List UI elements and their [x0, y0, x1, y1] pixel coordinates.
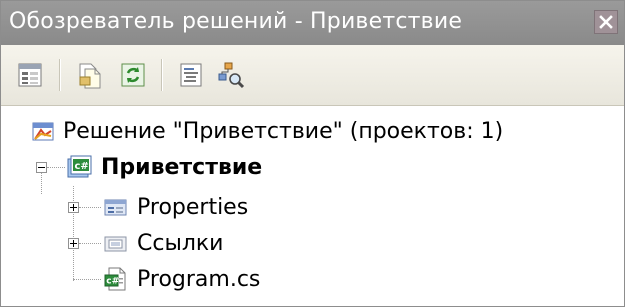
solution-icon [31, 119, 55, 143]
toolbar [1, 45, 624, 106]
csharp-file-icon: c# [103, 266, 129, 292]
class-view-button[interactable] [213, 57, 249, 93]
project-label: Приветствие [101, 154, 263, 180]
references-folder-icon [103, 232, 129, 254]
project-collapse-toggle[interactable] [36, 162, 47, 173]
view-code-icon [180, 63, 202, 87]
tree-item-project[interactable]: c# Приветствие [65, 149, 262, 185]
show-all-files-icon [79, 63, 101, 89]
svg-text:c#: c# [106, 277, 119, 287]
solution-tree: Решение "Приветствие" (проектов: 1) c# П… [1, 106, 624, 306]
properties-button[interactable] [13, 57, 49, 93]
properties-folder-icon [103, 196, 129, 218]
toolbar-separator [59, 59, 61, 91]
tree-item-solution[interactable]: Решение "Приветствие" (проектов: 1) [31, 113, 503, 149]
tree-item-properties[interactable]: Properties [103, 189, 248, 225]
properties-label: Properties [137, 194, 249, 220]
refresh-icon [121, 63, 145, 87]
solution-label: Решение "Приветствие" (проектов: 1) [63, 118, 504, 144]
show-all-files-button[interactable] [71, 57, 107, 93]
csharp-project-icon: c# [65, 154, 93, 180]
svg-text:c#: c# [75, 161, 89, 172]
tree-connector [73, 186, 74, 281]
window-title: Обозреватель решений - Приветствие [9, 9, 463, 34]
tree-connector [79, 207, 101, 208]
tree-item-references[interactable]: Ссылки [103, 225, 223, 261]
tree-connector [41, 172, 42, 194]
references-label: Ссылки [137, 230, 224, 256]
refresh-button[interactable] [115, 57, 151, 93]
tree-connector [79, 243, 101, 244]
solution-explorer-panel: Обозреватель решений - Приветствие Решен… [0, 0, 625, 307]
close-button[interactable] [594, 10, 618, 34]
references-expand-toggle[interactable] [68, 238, 79, 249]
tree-connector [47, 167, 65, 168]
class-view-icon [218, 62, 245, 89]
view-code-button[interactable] [173, 57, 209, 93]
tree-item-program-cs[interactable]: c# Program.cs [103, 261, 260, 297]
properties-icon [18, 63, 42, 87]
program-cs-label: Program.cs [137, 266, 261, 292]
tree-connector [73, 279, 101, 280]
close-icon [599, 15, 613, 29]
title-bar: Обозреватель решений - Приветствие [1, 1, 624, 45]
properties-expand-toggle[interactable] [68, 202, 79, 213]
toolbar-separator [161, 59, 163, 91]
